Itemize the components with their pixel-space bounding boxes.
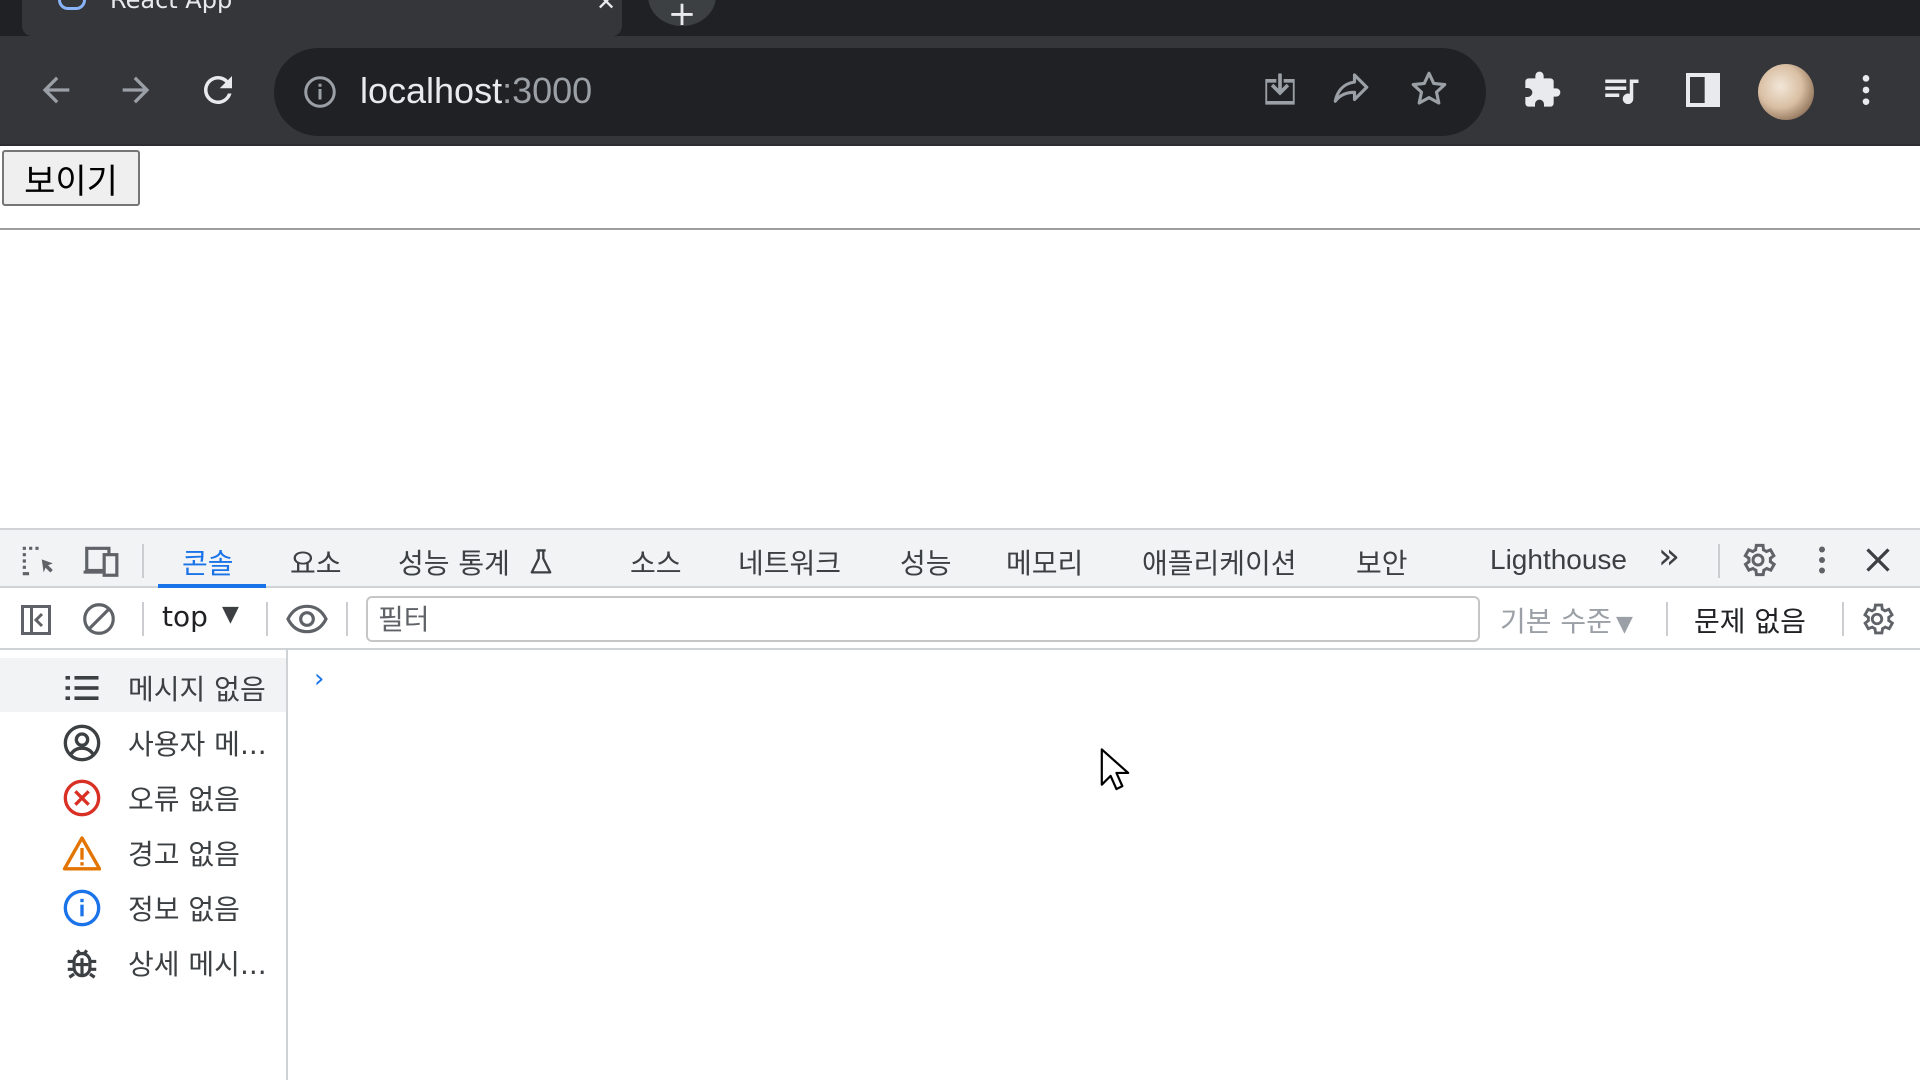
- sidebar-item-label: 경고 없음: [128, 838, 240, 871]
- tab-strip: React App ✕ +: [0, 0, 1920, 36]
- list-icon: [62, 668, 102, 708]
- tab-console[interactable]: 콘솔: [182, 542, 234, 582]
- extensions-button[interactable]: [1520, 36, 1564, 144]
- tab-close-icon[interactable]: ✕: [596, 0, 616, 16]
- sidebar-item-errors[interactable]: 오류 없음: [0, 768, 286, 822]
- sidebar-item-label: 상세 메시...: [128, 948, 267, 981]
- tab-security[interactable]: 보안: [1356, 542, 1408, 582]
- warning-icon: [62, 833, 102, 873]
- sidebar-item-label: 사용자 메...: [128, 728, 267, 761]
- tab-memory[interactable]: 메모리: [1006, 542, 1083, 582]
- console-filter-input[interactable]: [366, 596, 1480, 642]
- tab-performance[interactable]: 성능: [900, 542, 952, 582]
- tab-performance-insights[interactable]: 성능 통계: [398, 542, 555, 582]
- console-toolbar-separator: [266, 602, 268, 636]
- sidebar-item-user-messages[interactable]: 사용자 메...: [0, 713, 286, 767]
- live-expression-eye-icon[interactable]: [286, 600, 328, 638]
- devtools-tabbar: 콘솔 요소 성능 통계 소스 네트워크 성능 메모리 애플리케이션 보안 Lig…: [0, 528, 1920, 588]
- bookmark-star-icon[interactable]: [1408, 68, 1450, 110]
- install-app-icon[interactable]: [1258, 68, 1302, 112]
- sidebar-item-info[interactable]: 정보 없음: [0, 878, 286, 932]
- tab-performance-insights-label: 성능 통계: [398, 547, 510, 580]
- site-info-icon[interactable]: [302, 74, 338, 110]
- address-bar[interactable]: localhost:3000: [274, 48, 1486, 136]
- console-output-area[interactable]: [290, 650, 1920, 1080]
- sidebar-item-label: 오류 없음: [128, 783, 240, 816]
- forward-arrow-icon: [122, 76, 150, 104]
- browser-toolbar: localhost:3000: [0, 36, 1920, 144]
- js-context-select[interactable]: top: [162, 600, 208, 633]
- device-toolbar-icon[interactable]: [80, 542, 122, 580]
- tab-sources[interactable]: 소스: [630, 542, 682, 582]
- back-button[interactable]: [28, 36, 84, 144]
- console-settings-gear-icon[interactable]: [1858, 600, 1896, 638]
- console-toolbar-separator: [1666, 602, 1668, 636]
- tab-network[interactable]: 네트워크: [738, 542, 841, 582]
- tab-lighthouse[interactable]: Lighthouse: [1490, 544, 1627, 576]
- url-host: localhost: [360, 70, 503, 111]
- page-divider: [0, 228, 1920, 230]
- media-controls-button[interactable]: [1598, 36, 1644, 144]
- url-port: :3000: [502, 70, 593, 111]
- side-panel-button[interactable]: [1680, 36, 1726, 144]
- settings-gear-icon[interactable]: [1738, 540, 1778, 580]
- experiment-flask-icon: [530, 549, 552, 574]
- forward-button[interactable]: [108, 36, 164, 144]
- devtools-menu-icon[interactable]: [1804, 542, 1840, 578]
- clear-console-icon[interactable]: [80, 600, 118, 638]
- more-tabs-button[interactable]: »: [1658, 536, 1680, 577]
- console-prompt-chevron-icon[interactable]: ›: [314, 664, 324, 694]
- chrome-menu-button[interactable]: [1846, 36, 1886, 144]
- puzzle-icon: [1525, 71, 1561, 107]
- browser-tab[interactable]: React App ✕: [22, 0, 622, 36]
- sidebar-item-messages[interactable]: 메시지 없음: [0, 658, 286, 712]
- share-icon[interactable]: [1330, 68, 1372, 110]
- react-favicon-icon: [58, 0, 86, 10]
- new-tab-button[interactable]: +: [648, 0, 716, 34]
- console-toolbar: top ▼ 기본 수준▼ 문제 없음: [0, 588, 1920, 650]
- issues-counter-button[interactable]: 문제 없음: [1694, 600, 1806, 640]
- chevron-down-icon[interactable]: ▼: [222, 602, 239, 627]
- sidebar-item-verbose[interactable]: 상세 메시...: [0, 933, 286, 987]
- show-button[interactable]: 보이기: [2, 150, 140, 206]
- tab-application[interactable]: 애플리케이션: [1142, 542, 1297, 582]
- console-toolbar-separator: [346, 602, 348, 636]
- close-devtools-icon[interactable]: [1860, 542, 1896, 578]
- sidebar-item-label: 정보 없음: [128, 893, 240, 926]
- sidebar-item-warnings[interactable]: 경고 없음: [0, 823, 286, 877]
- error-icon: [62, 778, 102, 818]
- url-text: localhost:3000: [360, 70, 592, 112]
- devtools-panel: 콘솔 요소 성능 통계 소스 네트워크 성능 메모리 애플리케이션 보안 Lig…: [0, 528, 1920, 1080]
- reload-button[interactable]: [190, 36, 246, 144]
- page-viewport: 보이기: [0, 146, 1920, 526]
- reload-icon: [203, 75, 232, 104]
- sidebar-item-label: 메시지 없음: [128, 673, 266, 706]
- bug-icon: [62, 943, 102, 983]
- back-arrow-icon: [42, 76, 70, 104]
- side-panel-icon: [1686, 73, 1720, 107]
- log-levels-dropdown[interactable]: 기본 수준 ▼: [1500, 600, 1633, 640]
- toggle-sidebar-icon[interactable]: [18, 602, 54, 638]
- info-icon: [62, 888, 102, 928]
- tab-title: React App: [110, 0, 233, 14]
- tabbar-separator: [142, 544, 144, 578]
- more-vert-icon: [1862, 75, 1870, 105]
- levels-chevron-down-icon: ▼: [1615, 612, 1633, 637]
- queue-music-icon: [1605, 79, 1639, 105]
- mouse-cursor-icon: [1100, 748, 1130, 791]
- inspect-element-icon[interactable]: [18, 542, 56, 580]
- user-icon: [62, 723, 102, 763]
- tabbar-separator: [1718, 544, 1720, 578]
- tab-elements[interactable]: 요소: [290, 542, 342, 582]
- console-toolbar-separator: [142, 602, 144, 636]
- console-toolbar-separator: [1842, 602, 1844, 636]
- profile-avatar[interactable]: [1758, 64, 1814, 120]
- log-levels-label: 기본 수준: [1500, 605, 1612, 638]
- console-sidebar: 메시지 없음 사용자 메... 오류 없음 경고 없음 정보 없음 상세 메시.…: [0, 650, 288, 1080]
